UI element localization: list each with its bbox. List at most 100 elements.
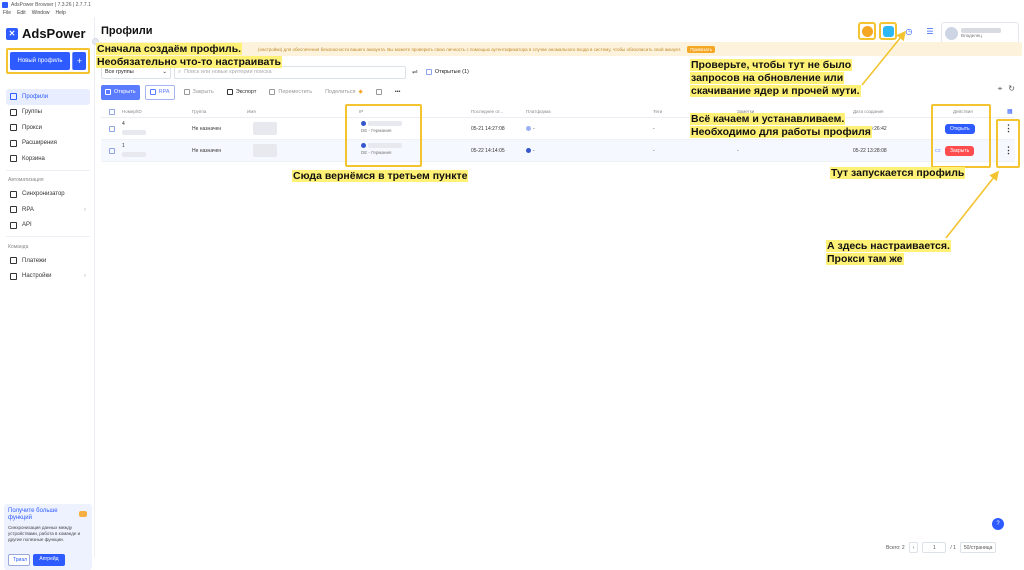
delete-button[interactable] xyxy=(372,85,386,100)
opened-checkbox[interactable] xyxy=(425,69,432,75)
menu-help[interactable]: Help xyxy=(55,10,65,16)
user-menu[interactable]: Владелец xyxy=(941,22,1019,44)
orange-status-button[interactable] xyxy=(858,22,876,40)
row-checkbox[interactable] xyxy=(109,125,115,132)
upgrade-button[interactable]: Апгрейд xyxy=(33,554,65,566)
trash-icon xyxy=(10,155,17,163)
header-icons: ◷ ☰ xyxy=(858,22,939,40)
select-all-checkbox[interactable] xyxy=(109,108,115,115)
new-profile-plus-button[interactable]: + xyxy=(72,52,86,70)
annotation-configure: А здесь настраивается. Прокси там же xyxy=(826,240,951,266)
sidebar-item-proxy[interactable]: Прокси xyxy=(6,120,90,136)
col-platform: Платформа xyxy=(526,109,551,114)
annotation-check-updates: Проверьте, чтобы тут не было запросов на… xyxy=(690,59,861,98)
window-title: AdsPower Browser | 7.3.26 | 2.7.7.1 xyxy=(11,1,91,8)
pagination: Всего: 2 ‹ 1 / 1 50/страница xyxy=(886,542,997,553)
table-row[interactable]: 1 Не назначен DE - Германия 05-22 14:14:… xyxy=(101,140,1015,162)
sidebar-item-label: RPA xyxy=(22,206,34,213)
prev-page-button[interactable]: ‹ xyxy=(908,542,919,553)
more-button[interactable]: ••• xyxy=(391,85,405,100)
row-name-hidden xyxy=(253,122,277,135)
rpa-button[interactable]: RPA xyxy=(144,84,175,100)
bind-button[interactable]: Привязать xyxy=(687,45,716,53)
sidebar-item-api[interactable]: API xyxy=(6,218,90,234)
sidebar-item-profiles[interactable]: Профили xyxy=(6,89,90,105)
page-title: Профили xyxy=(101,25,153,37)
page-count: / 1 xyxy=(950,544,956,551)
sidebar-item-payments[interactable]: Платежи xyxy=(6,253,90,269)
columns-settings-icon[interactable]: ▦ xyxy=(1007,108,1013,115)
clock-icon[interactable]: ◷ xyxy=(900,22,918,40)
toolbar-right: ⌖ ↻ xyxy=(998,84,1015,94)
row-number: 1 xyxy=(122,143,125,149)
promo-text: Синхронизация данных между устройствами,… xyxy=(8,525,81,542)
menu-file[interactable]: File xyxy=(3,10,11,16)
menu-edit[interactable]: Edit xyxy=(17,10,26,16)
sidebar-item-label: API xyxy=(22,222,32,229)
refresh-icon[interactable]: ↻ xyxy=(1008,84,1015,94)
kernel-download-button[interactable] xyxy=(879,22,897,40)
trial-button[interactable]: Триал xyxy=(8,554,30,566)
new-profile-button[interactable]: Новый профиль xyxy=(10,52,70,70)
notice-text: (настройки) для обеспечения безопасности… xyxy=(258,46,682,52)
sidebar-item-groups[interactable]: Группы xyxy=(6,105,90,121)
adspower-logo-icon: ✕ xyxy=(6,27,18,40)
export-button[interactable]: Экспорт xyxy=(223,85,261,100)
section-automation: Автоматизация xyxy=(8,177,44,183)
menu-window[interactable]: Window xyxy=(32,10,50,16)
promo-title: Получите больше функций xyxy=(8,508,58,521)
platform-icon xyxy=(526,148,531,153)
move-button[interactable]: Переместить xyxy=(265,85,316,100)
annotation-text: Всё качаем и устанавливаем. xyxy=(690,113,846,125)
chevron-right-icon: › xyxy=(84,206,86,213)
help-fab-icon[interactable]: ? xyxy=(992,518,1004,530)
opened-filter[interactable]: Открытые (1) xyxy=(425,69,469,75)
open-icon xyxy=(105,89,111,95)
filter-icon[interactable]: ⇌ xyxy=(412,68,418,76)
update-badge-icon xyxy=(861,25,873,37)
proxy-icon xyxy=(10,124,17,132)
sidebar-item-synchronizer[interactable]: Синхронизатор xyxy=(6,187,90,203)
annotation-text: Проверьте, чтобы тут не было xyxy=(690,59,853,71)
list-icon[interactable]: ☰ xyxy=(921,22,939,40)
highlight-ip-column xyxy=(345,104,422,167)
annotation-text: Необязательно что-то настраивать xyxy=(96,56,282,68)
sidebar-item-label: Корзина xyxy=(22,155,45,162)
sidebar-item-label: Платежи xyxy=(22,257,47,264)
sidebar-item-settings[interactable]: Настройки › xyxy=(6,269,90,285)
settings-icon xyxy=(10,272,17,280)
sidebar-item-extensions[interactable]: Расширения xyxy=(6,136,90,152)
annotation-launch-profile: Тут запускается профиль xyxy=(830,167,966,180)
row-group: Не назначен xyxy=(192,125,222,132)
new-profile-group: Новый профиль + xyxy=(6,48,90,74)
main-area: Профили ◷ ☰ Владелец (настройки) для обе… xyxy=(96,17,1024,557)
open-button[interactable]: Открыть xyxy=(101,84,140,100)
crown-icon xyxy=(79,511,87,517)
row-platform: - xyxy=(526,148,535,154)
profiles-icon xyxy=(10,93,17,101)
sidebar-item-label: Группы xyxy=(22,109,42,116)
row-note: - xyxy=(737,147,739,154)
page-input[interactable]: 1 xyxy=(922,542,947,553)
pin-icon[interactable]: ⌖ xyxy=(998,84,1003,94)
app-logo-icon xyxy=(2,1,8,8)
per-page-select[interactable]: 50/страница xyxy=(959,542,997,553)
brand: ✕ AdsPower xyxy=(6,26,86,41)
table-row[interactable]: 4 Не назначен DE - Германия 05-21 14:27:… xyxy=(101,118,1015,140)
row-number: 4 xyxy=(122,121,125,127)
share-button[interactable]: Поделиться ◆ xyxy=(321,85,367,100)
col-number: Номер/ID xyxy=(122,109,142,114)
annotation-create-profile: Сначала создаём профиль. Необязательно ч… xyxy=(96,43,282,69)
close-button[interactable]: Закрыть xyxy=(180,85,218,100)
open-label: Открыть xyxy=(114,89,136,95)
groups-icon xyxy=(10,108,17,116)
highlight-more-column xyxy=(996,119,1020,168)
row-id-hidden xyxy=(122,152,146,157)
row-name-hidden xyxy=(253,144,277,157)
col-tags: Теги xyxy=(653,109,663,114)
sidebar-item-label: Синхронизатор xyxy=(22,191,65,198)
sidebar-item-rpa[interactable]: RPA › xyxy=(6,202,90,218)
row-checkbox[interactable] xyxy=(109,147,115,154)
sidebar-item-label: Прокси xyxy=(22,124,43,131)
sidebar-item-trash[interactable]: Корзина xyxy=(6,151,90,167)
